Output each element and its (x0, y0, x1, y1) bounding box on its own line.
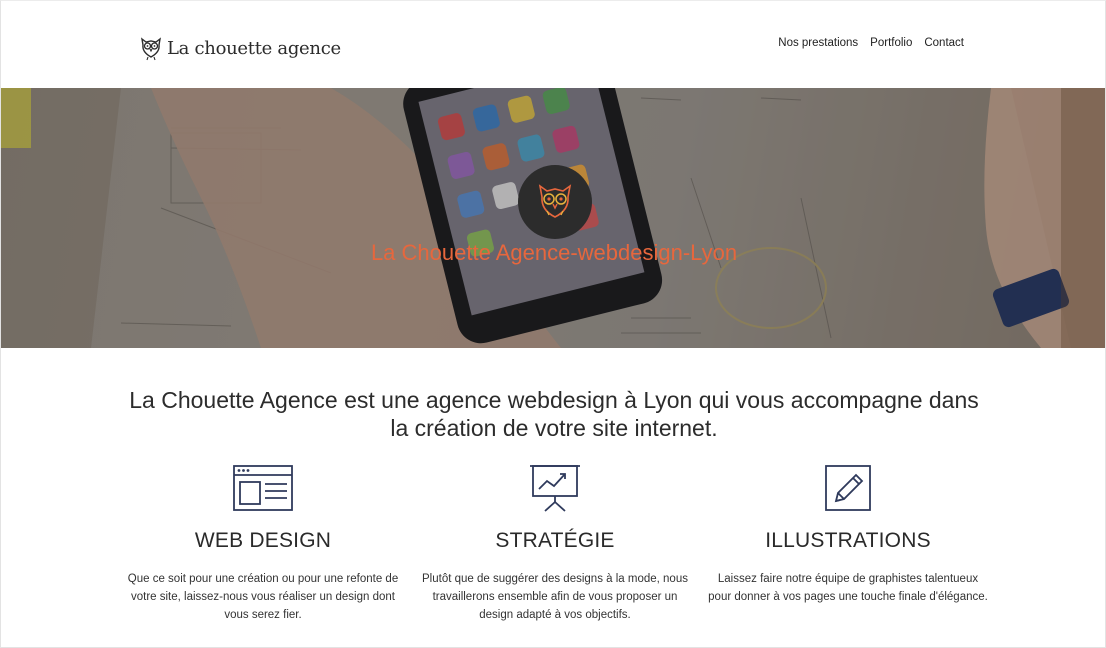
nav-link-portfolio[interactable]: Portfolio (870, 37, 912, 49)
feature-illustrations: ILLUSTRATIONS Laissez faire notre équipe… (698, 463, 998, 606)
feature-description: Laissez faire notre équipe de graphistes… (708, 573, 988, 603)
hero-title: La Chouette Agence-webdesign-Lyon (370, 240, 738, 265)
intro-text: La Chouette Agence est une agence webdes… (129, 387, 979, 441)
feature-web-design: WEB DESIGN Que ce soit pour une création… (113, 463, 413, 624)
hero-banner: La Chouette Agence-webdesign-Lyon (1, 88, 1105, 348)
feature-title: STRATÉGIE (495, 529, 615, 552)
owl-logo-icon (141, 37, 161, 61)
feature-description: Plutôt que de suggérer des designs à la … (422, 573, 688, 621)
illustration-icon (825, 465, 871, 511)
hero-logo-badge (518, 165, 592, 239)
feature-title: ILLUSTRATIONS (765, 529, 931, 552)
feature-description: Que ce soit pour une création ou pour un… (127, 573, 399, 621)
site-header: La chouette agence Nos prestations Portf… (1, 1, 1105, 88)
feature-title: WEB DESIGN (194, 529, 332, 552)
nav-link-contact[interactable]: Contact (924, 37, 964, 49)
brand-logo-link[interactable]: La chouette agence (139, 35, 341, 61)
strategy-icon (530, 465, 580, 512)
owl-badge-icon (538, 184, 572, 218)
web-design-icon (233, 465, 293, 511)
feature-strategie: STRATÉGIE Plutôt que de suggérer des des… (405, 463, 705, 624)
main-nav: Nos prestations Portfolio Contact (778, 37, 964, 49)
nav-link-prestations[interactable]: Nos prestations (778, 37, 858, 49)
page: La chouette agence Nos prestations Portf… (0, 0, 1106, 648)
brand-name: La chouette agence (167, 37, 341, 59)
